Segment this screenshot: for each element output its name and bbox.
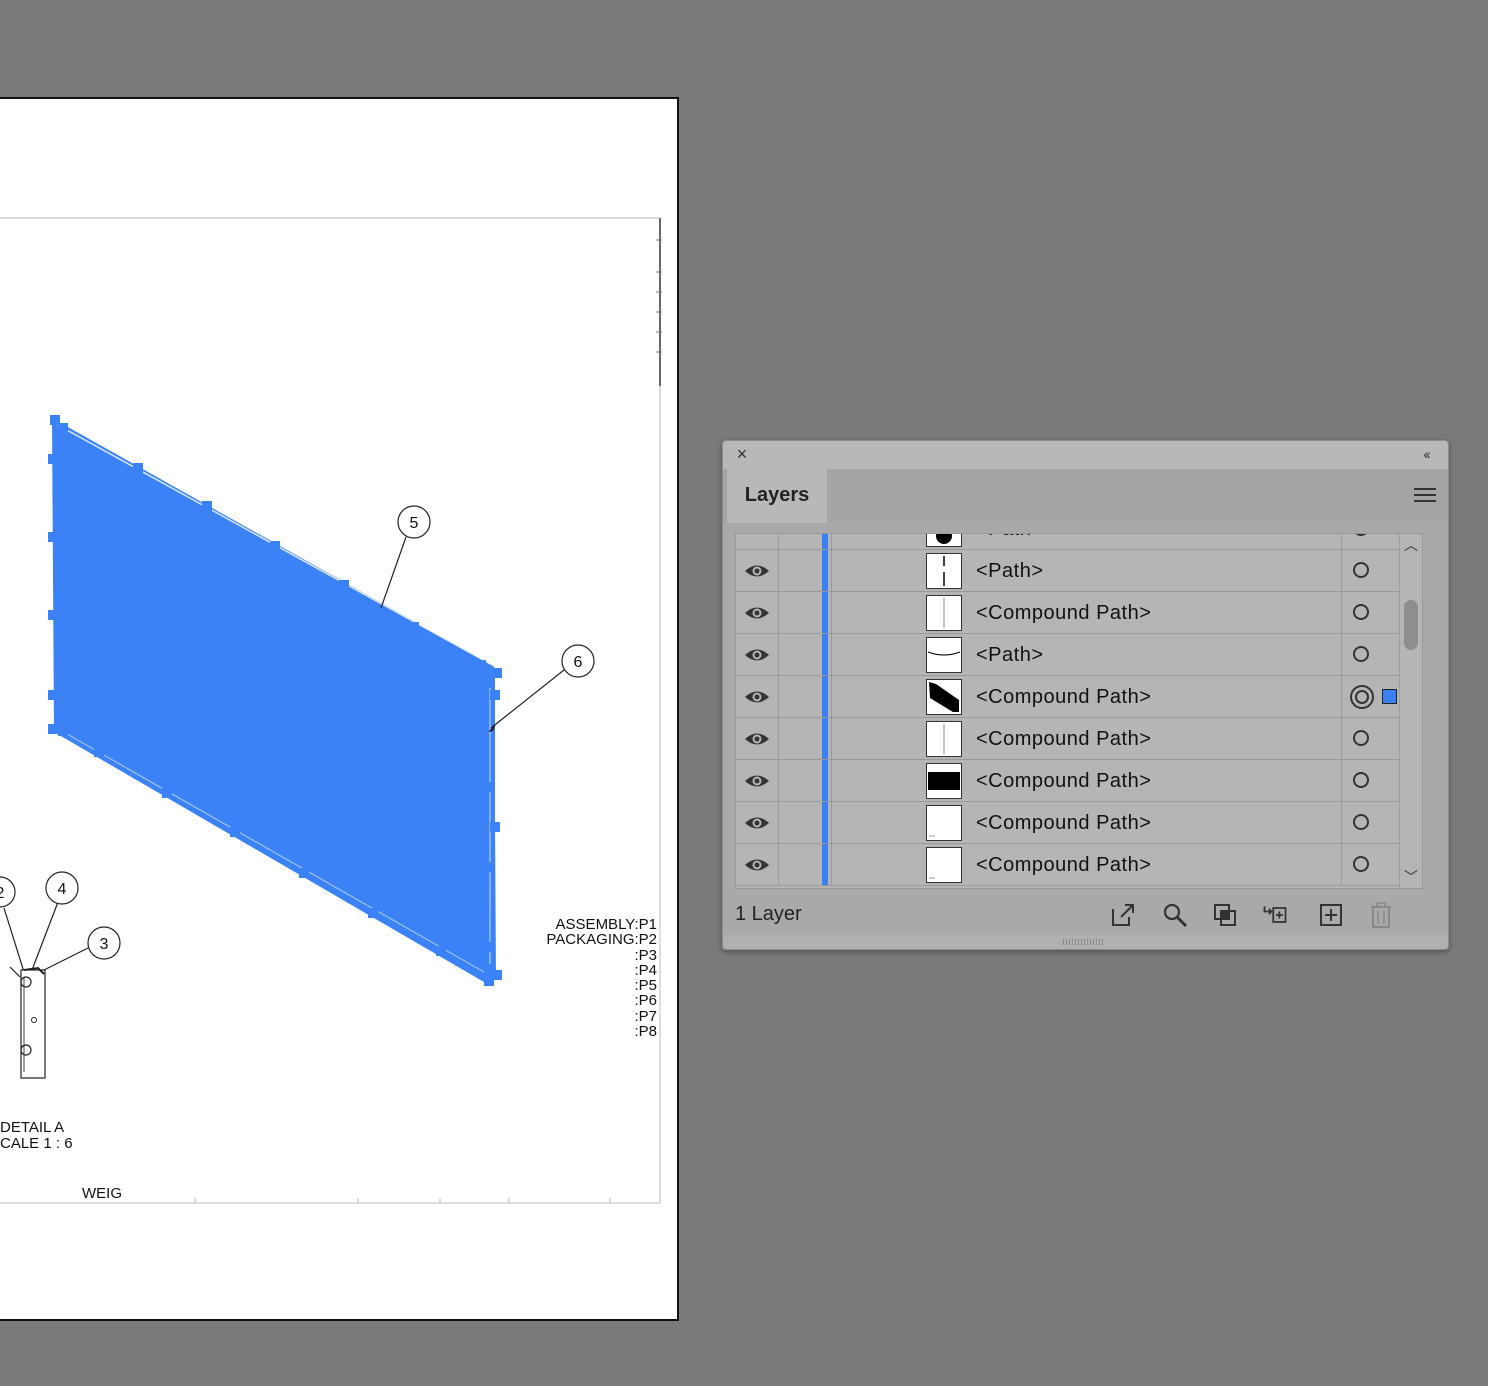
- export-icon[interactable]: [1109, 901, 1137, 929]
- layer-color-bar: [822, 676, 828, 717]
- layer-row[interactable]: <Compound Path>: [736, 844, 1412, 886]
- panel-menu-icon[interactable]: [1414, 485, 1436, 503]
- layer-color-bar: [822, 550, 828, 591]
- layer-row-partial[interactable]: <Path>: [736, 534, 1412, 550]
- trash-icon[interactable]: [1367, 901, 1395, 929]
- visibility-eye-icon[interactable]: [744, 770, 770, 792]
- create-sublayer-icon[interactable]: [1261, 901, 1289, 929]
- resize-grip[interactable]: [1063, 939, 1103, 945]
- visibility-eye-icon[interactable]: [744, 728, 770, 750]
- target-icon[interactable]: [1353, 856, 1369, 872]
- tab-layers[interactable]: Layers: [727, 469, 827, 523]
- panel-title-bar[interactable]: × ‹‹: [723, 441, 1448, 469]
- selection-indicator[interactable]: [1382, 689, 1397, 704]
- scroll-thumb[interactable]: [1404, 600, 1418, 650]
- target-icon[interactable]: [1353, 814, 1369, 830]
- artboard[interactable]: 5 6 2 4 3 DETAIL A CALE 1 : 6 WEIG ASSEM…: [0, 97, 679, 1321]
- layer-color-bar: [822, 534, 828, 549]
- layer-count: 1 Layer: [735, 903, 802, 925]
- close-icon[interactable]: ×: [733, 445, 751, 463]
- target-icon[interactable]: [1353, 730, 1369, 746]
- balloon-2-label: 2: [0, 885, 5, 902]
- new-layer-icon[interactable]: [1317, 901, 1345, 929]
- layer-row[interactable]: <Path>: [736, 550, 1412, 592]
- collapse-panel-icon[interactable]: ‹‹: [1416, 445, 1436, 463]
- layer-thumbnail: [926, 637, 962, 673]
- panel-footer: 1 Layer: [723, 897, 1448, 933]
- layers-list[interactable]: <Path> <Path><Compound Path><Path><Compo…: [735, 533, 1423, 889]
- visibility-eye-icon[interactable]: [744, 854, 770, 876]
- layer-row[interactable]: <Compound Path>: [736, 592, 1412, 634]
- layers-scrollbar[interactable]: ︿ ﹀: [1399, 534, 1422, 888]
- assembly-label-6: :P6: [634, 992, 657, 1009]
- weight-label: WEIG: [82, 1185, 122, 1202]
- scroll-up-icon[interactable]: ︿: [1403, 537, 1419, 553]
- layer-thumbnail: [926, 805, 962, 841]
- target-icon[interactable]: [1353, 646, 1369, 662]
- panel-resize-bar[interactable]: [723, 935, 1448, 949]
- layer-row[interactable]: <Path>: [736, 634, 1412, 676]
- visibility-eye-icon[interactable]: [744, 602, 770, 624]
- layer-name[interactable]: <Compound Path>: [976, 802, 1151, 844]
- layer-color-bar: [822, 844, 828, 885]
- detail-title: DETAIL A: [0, 1119, 64, 1136]
- panel-tab-strip: Layers: [723, 469, 1448, 523]
- detail-scale: CALE 1 : 6: [0, 1135, 73, 1152]
- layer-name[interactable]: <Compound Path>: [976, 718, 1151, 760]
- scroll-down-icon[interactable]: ﹀: [1403, 869, 1419, 885]
- balloon-6-label: 6: [574, 654, 583, 671]
- layer-name[interactable]: <Path>: [976, 550, 1044, 592]
- balloon-5-label: 5: [410, 515, 419, 532]
- balloon-4-label: 4: [58, 881, 67, 898]
- layer-name[interactable]: <Path>: [976, 634, 1044, 676]
- balloon-3-label: 3: [100, 936, 109, 953]
- layer-thumbnail: [926, 763, 962, 799]
- layer-thumbnail: [926, 553, 962, 589]
- locate-object-icon[interactable]: [1161, 901, 1189, 929]
- visibility-eye-icon[interactable]: [744, 812, 770, 834]
- target-icon[interactable]: [1353, 562, 1369, 578]
- layer-row[interactable]: <Compound Path>: [736, 760, 1412, 802]
- target-icon[interactable]: [1350, 685, 1374, 709]
- selected-panel-shape: [48, 415, 502, 986]
- layer-name[interactable]: <Compound Path>: [976, 676, 1151, 718]
- visibility-eye-icon[interactable]: [744, 686, 770, 708]
- layer-thumbnail: [926, 847, 962, 883]
- layer-name[interactable]: <Compound Path>: [976, 592, 1151, 634]
- layer-row[interactable]: <Compound Path>: [736, 676, 1412, 718]
- layer-color-bar: [822, 592, 828, 633]
- make-clipping-mask-icon[interactable]: [1211, 901, 1239, 929]
- assembly-label-8: :P8: [634, 1023, 657, 1040]
- technical-drawing: 5 6 2 4 3 DETAIL A CALE 1 : 6 WEIG ASSEM…: [0, 217, 662, 1204]
- layer-name[interactable]: <Compound Path>: [976, 844, 1151, 886]
- visibility-eye-icon[interactable]: [744, 560, 770, 582]
- layer-thumbnail: [926, 595, 962, 631]
- target-icon[interactable]: [1353, 772, 1369, 788]
- assembly-label-2: PACKAGING:P2: [546, 931, 657, 948]
- layers-panel: × ‹‹ Layers <Path> <Path><Compound Path>…: [722, 440, 1449, 950]
- visibility-eye-icon[interactable]: [744, 644, 770, 666]
- layer-color-bar: [822, 718, 828, 759]
- layer-name[interactable]: <Path>: [976, 534, 1044, 550]
- layer-color-bar: [822, 802, 828, 843]
- target-icon[interactable]: [1353, 604, 1369, 620]
- layer-row[interactable]: <Compound Path>: [736, 802, 1412, 844]
- layer-row[interactable]: <Compound Path>: [736, 718, 1412, 760]
- layer-thumbnail: [926, 534, 962, 547]
- target-icon[interactable]: [1353, 534, 1369, 536]
- layer-thumbnail: [926, 679, 962, 715]
- layer-name[interactable]: <Compound Path>: [976, 760, 1151, 802]
- layer-color-bar: [822, 634, 828, 675]
- layer-thumbnail: [926, 721, 962, 757]
- layer-color-bar: [822, 760, 828, 801]
